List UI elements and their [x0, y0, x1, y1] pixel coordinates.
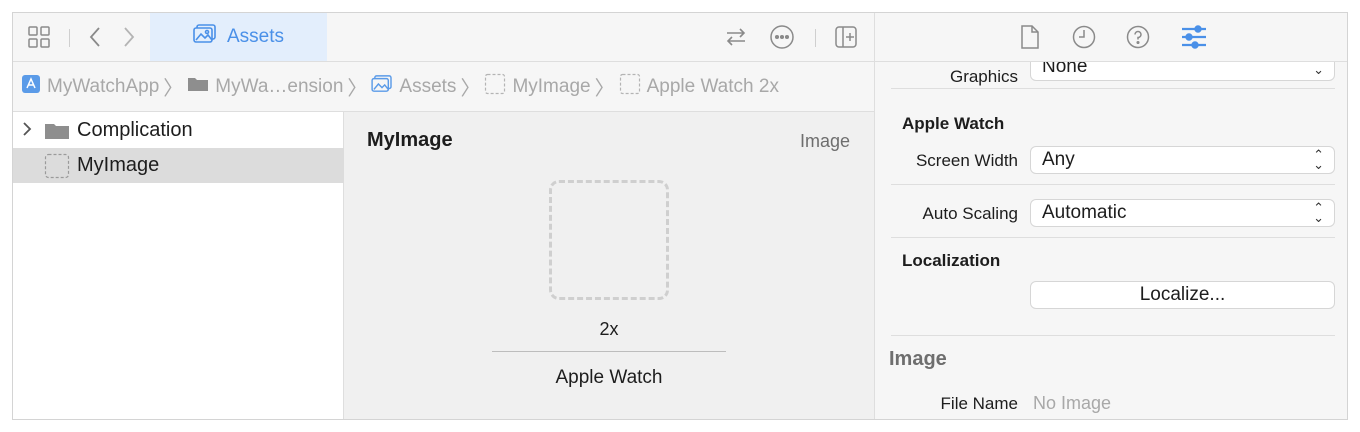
slot-scale-label: 2x	[599, 319, 619, 339]
help-inspector-icon[interactable]	[1125, 25, 1151, 49]
screen-width-label: Screen Width	[915, 151, 1018, 170]
file-inspector-icon[interactable]	[1017, 25, 1043, 49]
screen-width-popup[interactable]: Any ⌃ ⌄	[1030, 146, 1335, 174]
slot-device-label: Apple Watch	[555, 367, 663, 388]
separator	[891, 237, 1335, 238]
section-apple-watch: Apple Watch	[902, 114, 1005, 133]
image-set-type: Image	[799, 131, 850, 151]
related-items-icon[interactable]	[723, 25, 749, 49]
toolbar-separator	[815, 29, 816, 47]
graphics-label: Graphics	[949, 67, 1018, 86]
more-options-icon[interactable]	[768, 25, 796, 49]
attributes-inspector: Graphics None ⌄ Apple Watch Screen Width…	[874, 62, 1347, 419]
separator	[891, 184, 1335, 185]
crumb-image-set[interactable]: MyImage	[484, 73, 591, 101]
add-editor-icon[interactable]	[833, 25, 859, 49]
file-name-label: File Name	[940, 394, 1018, 413]
asset-catalog-icon	[193, 24, 217, 50]
toolbar-separator	[69, 29, 70, 47]
section-image: Image	[889, 348, 947, 370]
inspector-tab-bar	[874, 13, 1347, 62]
breadcrumb-chevron-icon: 〉	[594, 78, 615, 100]
tab-assets-label: Assets	[226, 26, 285, 47]
tab-assets[interactable]: Assets	[150, 13, 327, 61]
image-drop-well[interactable]	[549, 180, 669, 300]
up-down-chevron-icon: ⌃ ⌄	[1313, 147, 1324, 172]
up-down-chevron-icon: ⌃ ⌄	[1313, 200, 1324, 225]
crumb-folder[interactable]: MyWa…ension	[187, 76, 343, 98]
separator	[891, 335, 1335, 336]
jump-bar: MyWatchApp 〉 MyWa…ension 〉 Assets 〉 MyIm	[13, 62, 874, 112]
app-project-icon	[21, 74, 41, 100]
asset-catalog-icon	[371, 74, 393, 99]
chevron-down-icon: ⌄	[1313, 62, 1324, 77]
breadcrumb-chevron-icon: 〉	[347, 78, 368, 100]
forward-chevron-icon[interactable]	[117, 25, 141, 49]
graphics-popup[interactable]: None ⌄	[1030, 62, 1335, 81]
outline-item-myimage[interactable]: MyImage	[13, 148, 344, 183]
back-chevron-icon[interactable]	[83, 25, 107, 49]
grid-icon[interactable]	[25, 25, 53, 49]
breadcrumb-chevron-icon: 〉	[163, 78, 184, 100]
folder-icon	[44, 122, 70, 146]
auto-scaling-label: Auto Scaling	[922, 204, 1018, 223]
localize-button[interactable]: Localize...	[1030, 281, 1335, 309]
folder-icon	[187, 76, 209, 98]
crumb-project[interactable]: MyWatchApp	[21, 74, 159, 100]
image-set-icon	[44, 153, 70, 185]
xcode-editor-window: Assets MyWatchApp 〉 MyWa…ension 〉 Assets…	[12, 12, 1348, 420]
auto-scaling-popup[interactable]: Automatic ⌃ ⌄	[1030, 199, 1335, 227]
asset-outline: Complication MyImage	[13, 112, 344, 419]
breadcrumb-chevron-icon: 〉	[460, 78, 481, 100]
history-inspector-icon[interactable]	[1071, 25, 1097, 49]
outline-item-complication[interactable]: Complication	[13, 113, 344, 148]
separator	[891, 88, 1335, 89]
section-localization: Localization	[902, 251, 1001, 270]
image-set-icon	[484, 73, 506, 101]
disclosure-chevron-icon[interactable]	[21, 119, 33, 145]
editor-toolbar: Assets	[13, 13, 874, 62]
file-name-value: No Image	[1033, 393, 1112, 413]
crumb-assets[interactable]: Assets	[371, 74, 456, 99]
image-slot-icon	[619, 73, 641, 101]
asset-canvas: MyImage Image 2x Apple Watch	[344, 112, 874, 419]
image-set-title: MyImage	[367, 129, 453, 151]
slot-divider	[492, 351, 726, 352]
attributes-inspector-icon[interactable]	[1180, 25, 1208, 49]
crumb-slot[interactable]: Apple Watch 2x	[619, 73, 779, 101]
